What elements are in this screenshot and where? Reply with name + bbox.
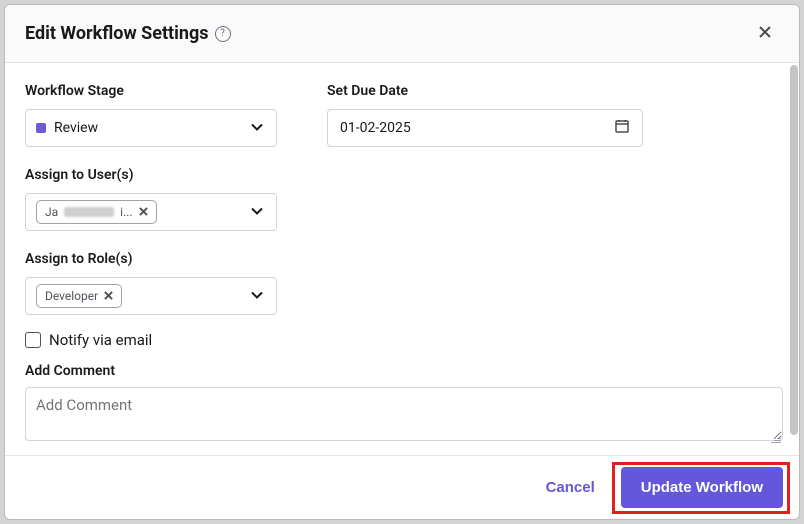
edit-workflow-modal: Edit Workflow Settings ? Workflow Stage … [4, 4, 800, 520]
workflow-stage-select[interactable]: Review [25, 109, 277, 147]
modal-title: Edit Workflow Settings ? [25, 23, 231, 44]
group-comment: Add Comment [25, 363, 779, 445]
notify-row: Notify via email [25, 331, 779, 349]
modal-title-text: Edit Workflow Settings [25, 23, 209, 44]
update-workflow-button[interactable]: Update Workflow [621, 467, 783, 508]
group-assign-users: Assign to User(s) Ja i... [25, 167, 277, 231]
group-workflow-stage: Workflow Stage Review [25, 83, 277, 147]
scrollbar-thumb[interactable] [790, 65, 798, 435]
notify-label: Notify via email [49, 331, 152, 349]
scrollbar-track[interactable] [789, 63, 799, 455]
user-chip-suffix: i... [120, 205, 132, 219]
comment-input[interactable] [25, 387, 783, 441]
modal-body: Workflow Stage Review Set Due Date 01-02… [5, 63, 799, 455]
stage-color-swatch [36, 123, 46, 133]
modal-footer: Cancel Update Workflow [5, 455, 799, 519]
help-icon[interactable]: ? [215, 26, 231, 42]
assign-roles-select[interactable]: Developer [25, 277, 277, 315]
comment-label: Add Comment [25, 363, 779, 379]
modal-header: Edit Workflow Settings ? [5, 5, 799, 63]
notify-checkbox[interactable] [25, 332, 41, 348]
comment-wrap [25, 387, 783, 445]
assign-users-label: Assign to User(s) [25, 167, 277, 183]
close-button[interactable] [751, 20, 779, 48]
chevron-down-icon [250, 203, 264, 222]
user-chip-prefix: Ja [45, 205, 58, 219]
group-due-date: Set Due Date 01-02-2025 [327, 83, 643, 147]
user-chip-redacted [64, 207, 114, 217]
due-date-input[interactable]: 01-02-2025 [327, 109, 643, 147]
close-icon [757, 24, 773, 43]
role-chip-label: Developer [45, 289, 98, 303]
role-chip: Developer [36, 284, 122, 308]
row-stage-date: Workflow Stage Review Set Due Date 01-02… [25, 83, 779, 147]
resize-handle-icon[interactable] [771, 438, 781, 443]
assign-roles-label: Assign to Role(s) [25, 251, 277, 267]
remove-role-chip[interactable] [104, 289, 113, 303]
assign-users-select[interactable]: Ja i... [25, 193, 277, 231]
chevron-down-icon [250, 287, 264, 306]
workflow-stage-value: Review [54, 120, 98, 136]
group-assign-roles: Assign to Role(s) Developer [25, 251, 277, 315]
due-date-value: 01-02-2025 [340, 120, 411, 136]
user-chip: Ja i... [36, 200, 157, 224]
chevron-down-icon [250, 119, 264, 138]
cancel-button[interactable]: Cancel [528, 469, 613, 506]
remove-user-chip[interactable] [139, 205, 148, 219]
calendar-icon [614, 118, 630, 138]
due-date-label: Set Due Date [327, 83, 643, 99]
workflow-stage-label: Workflow Stage [25, 83, 277, 99]
